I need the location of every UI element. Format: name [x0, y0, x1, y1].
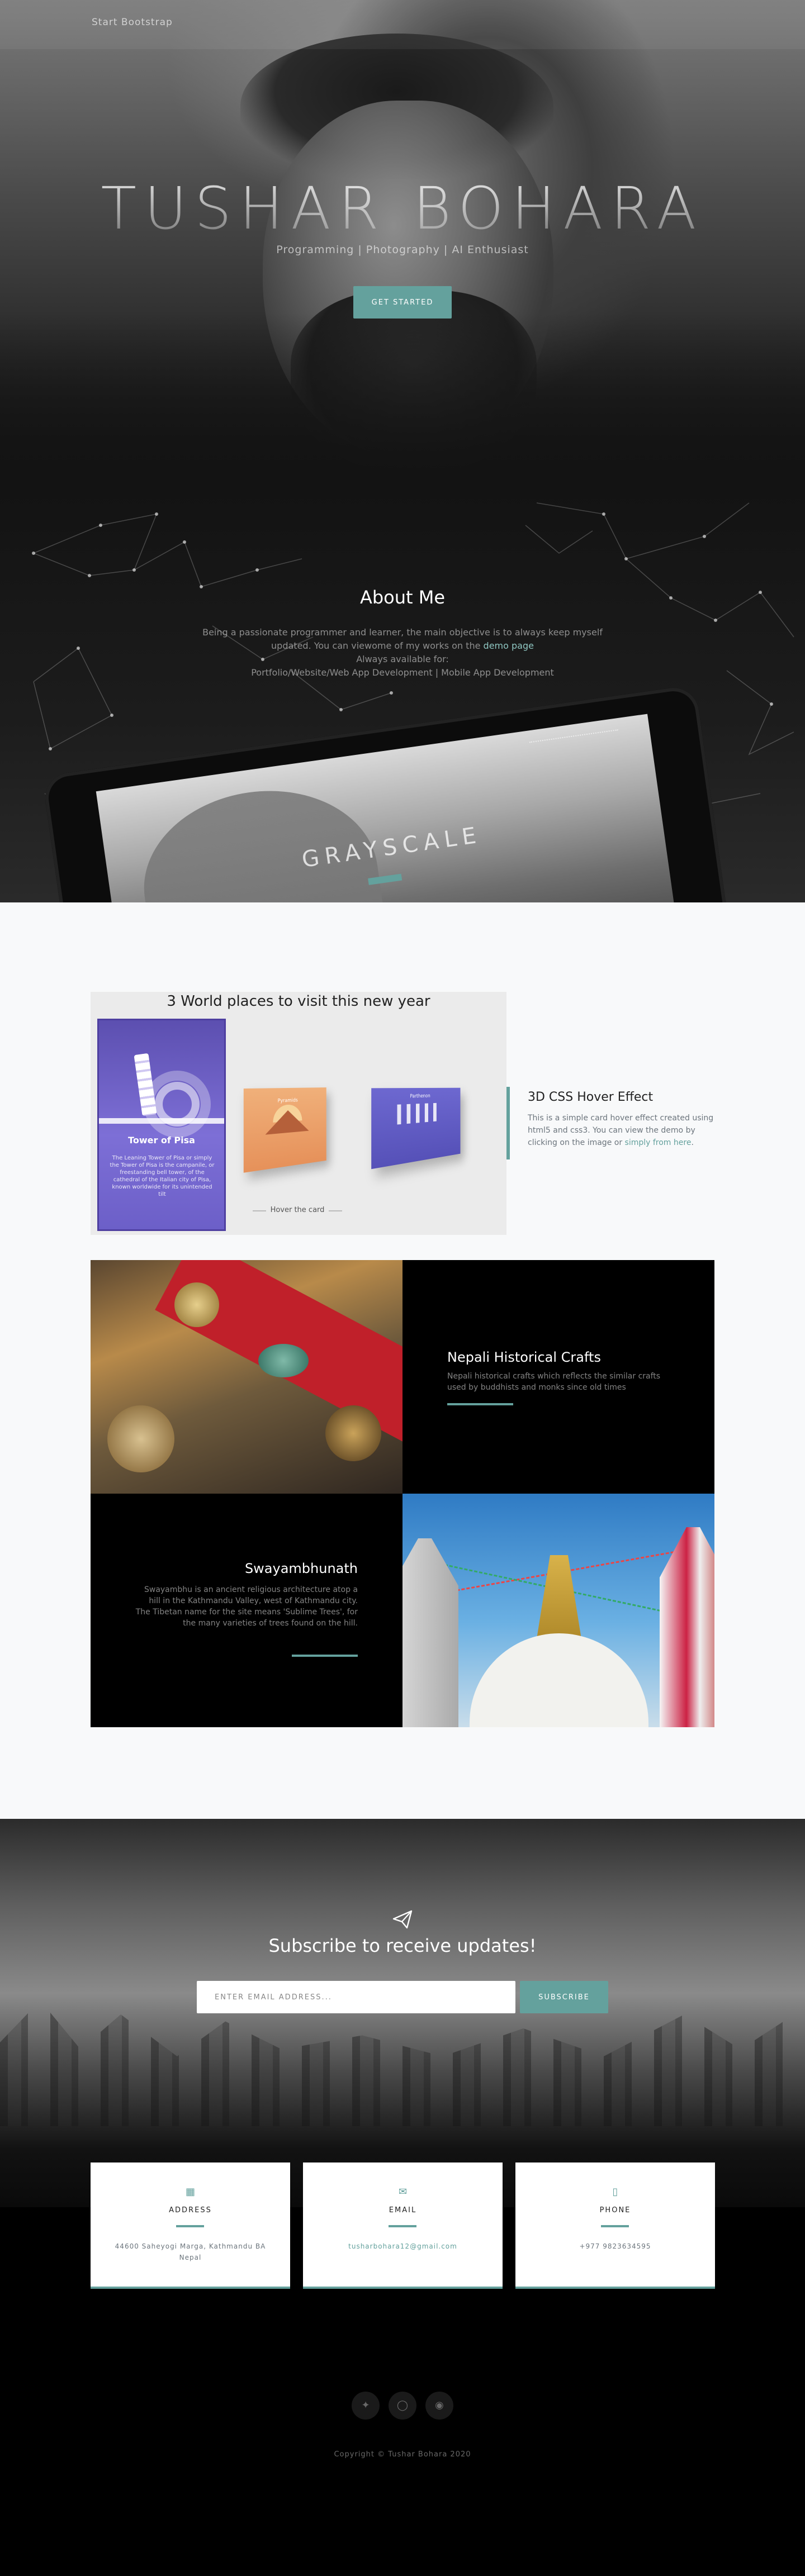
card-parthenon[interactable]: Parthenon	[371, 1087, 461, 1170]
columns-icon	[397, 1102, 442, 1125]
address-card: ▦ ADDRESS 44600 Saheyogi Marga, Kathmand…	[91, 2162, 290, 2289]
card-pyramids[interactable]: Pyramids	[243, 1087, 326, 1173]
card-ground	[99, 1118, 224, 1124]
featured-project-image[interactable]: 3 World places to visit this new year To…	[91, 992, 506, 1235]
crafts-image	[91, 1260, 402, 1494]
mobile-icon: ▯	[612, 2186, 618, 2198]
featured-title: 3D CSS Hover Effect	[528, 1090, 654, 1104]
subscribe-button[interactable]: SUBSCRIBE	[520, 1981, 608, 2013]
crafts-pot	[107, 1405, 174, 1472]
card-big-title: Tower of Pisa	[128, 1135, 195, 1146]
featured-image-heading: 3 World places to visit this new year	[167, 993, 430, 1010]
signup-section: Subscribe to receive updates! SUBSCRIBE	[0, 1819, 805, 2207]
about-text-line1: Being a passionate programmer and learne…	[202, 627, 603, 638]
tablet-screen-nav	[529, 729, 619, 745]
crafts-text-box: Nepali Historical Crafts Nepali historic…	[402, 1260, 714, 1494]
about-text-line3: Always available for:	[356, 654, 449, 664]
swayambhunath-description: Swayambhu is an ancient religious archit…	[135, 1585, 358, 1628]
contact-section: ▦ ADDRESS 44600 Saheyogi Marga, Kathmand…	[0, 2162, 805, 2576]
crafts-description: Nepali historical crafts which reflects …	[447, 1372, 661, 1392]
card-big-text: The Leaning Tower of Pisa or simply the …	[110, 1155, 215, 1197]
hover-the-card-label: Hover the card	[247, 1206, 348, 1214]
about-text-line2: updated. You can viewome of my works on …	[0, 639, 805, 653]
pyramid-icon	[265, 1109, 309, 1135]
paper-plane-icon	[392, 1910, 413, 1929]
about-text-line2-text: updated. You can viewome of my works on …	[271, 640, 484, 651]
signup-title: Subscribe to receive updates!	[268, 1935, 537, 1956]
tablet-screen-mountain	[132, 776, 390, 902]
featured-project-text: 3D CSS Hover Effect This is a simple car…	[506, 1087, 714, 1159]
address-card-value: 44600 Saheyogi Marga, Kathmandu BA Nepal	[115, 2242, 266, 2261]
email-card-title: EMAIL	[389, 2206, 417, 2214]
hero-section: TUSHAR BOHARA Programming | Photography …	[0, 0, 805, 492]
phone-card-value: +977 9823634595	[579, 2242, 651, 2250]
crafts-rule	[447, 1403, 513, 1405]
email-card: ✉ EMAIL tusharbohara12@gmail.com	[303, 2162, 503, 2289]
nav-brand[interactable]: Start Bootstrap	[92, 17, 173, 28]
about-title: About Me	[359, 587, 446, 608]
address-card-rule	[176, 2225, 204, 2227]
get-started-button[interactable]: GET STARTED	[353, 286, 452, 319]
card-blue-label: Parthenon	[410, 1093, 430, 1100]
main-nav: Start Bootstrap	[0, 0, 805, 49]
phone-card-title: PHONE	[599, 2206, 631, 2214]
twitter-icon[interactable]: ✦	[352, 2392, 380, 2420]
email-card-rule	[389, 2225, 416, 2227]
swayambhunath-title: Swayambhunath	[244, 1561, 358, 1576]
map-icon: ▦	[185, 2186, 195, 2198]
about-text-line4: Portfolio/Website/Web App Development | …	[251, 667, 554, 678]
hero-fade	[0, 313, 805, 492]
card-tower-of-pisa[interactable]: Tower of Pisa The Leaning Tower of Pisa …	[97, 1019, 226, 1231]
featured-description: This is a simple card hover effect creat…	[528, 1112, 714, 1149]
github-icon[interactable]: ◉	[425, 2392, 453, 2420]
crafts-title: Nepali Historical Crafts	[447, 1349, 601, 1365]
address-card-title: ADDRESS	[169, 2206, 212, 2214]
swayambhunath-text-box: Swayambhunath Swayambhu is an ancient re…	[91, 1494, 402, 1727]
crafts-vessel	[174, 1282, 219, 1327]
hero-subtitle: Programming | Photography | AI Enthusias…	[276, 244, 529, 256]
stupa-dome	[470, 1633, 648, 1727]
featured-description-end: .	[691, 1138, 694, 1147]
instagram-icon[interactable]: ◯	[389, 2392, 416, 2420]
about-section: About Me Being a passionate programmer a…	[0, 492, 805, 902]
copyright-text: Copyright © Tushar Bohara 2020	[334, 2450, 471, 2459]
swayambhunath-rule	[292, 1655, 358, 1657]
demo-page-link[interactable]: demo page	[484, 640, 534, 651]
email-card-value[interactable]: tusharbohara12@gmail.com	[323, 2241, 482, 2252]
card-orange-label: Pyramids	[277, 1097, 298, 1104]
stupa-spire	[537, 1555, 581, 1639]
project-row-2: Swayambhunath Swayambhu is an ancient re…	[91, 1494, 714, 1727]
crafts-jar	[325, 1405, 381, 1461]
phone-card-rule	[601, 2225, 629, 2227]
projects-section: 3 World places to visit this new year To…	[0, 902, 805, 1819]
email-input[interactable]	[197, 1981, 515, 2013]
hero-title: TUSHAR BOHARA	[0, 174, 805, 243]
project-row-1: Nepali Historical Crafts Nepali historic…	[91, 1260, 714, 1494]
swayambhunath-image	[402, 1494, 714, 1727]
crafts-bowl	[258, 1344, 309, 1377]
envelope-icon: ✉	[398, 2186, 408, 2198]
phone-card: ▯ PHONE +977 9823634595	[515, 2162, 715, 2289]
simply-from-here-link[interactable]: simply from here	[625, 1138, 692, 1147]
